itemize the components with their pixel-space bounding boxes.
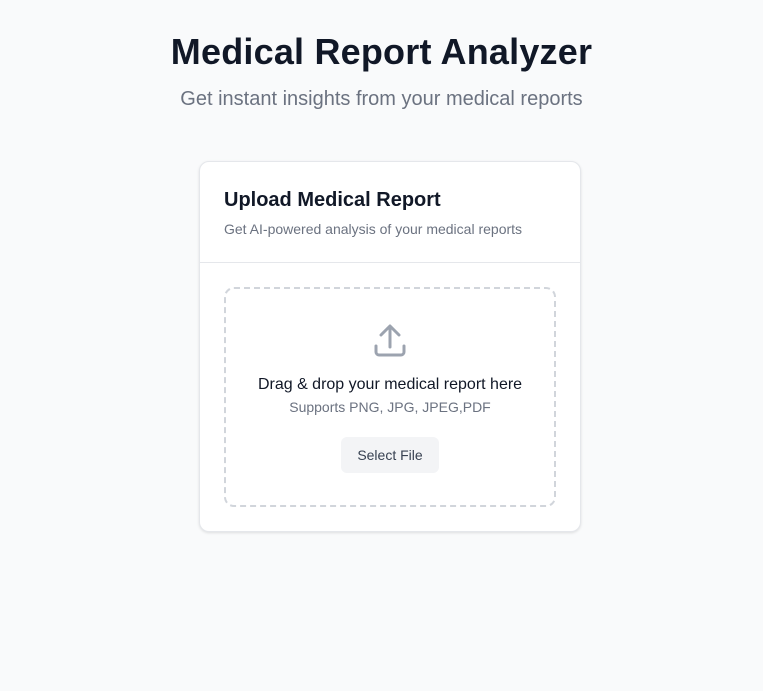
page-header: Medical Report Analyzer Get instant insi… (0, 0, 763, 111)
dropzone-instruction: Drag & drop your medical report here (257, 376, 523, 393)
file-dropzone[interactable]: Drag & drop your medical report here Sup… (224, 287, 556, 507)
page: Medical Report Analyzer Get instant insi… (0, 0, 763, 691)
upload-card: Upload Medical Report Get AI-powered ana… (199, 161, 581, 532)
card-description: Get AI-powered analysis of your medical … (224, 221, 523, 237)
card-header: Upload Medical Report Get AI-powered ana… (200, 162, 580, 263)
upload-icon (374, 324, 406, 357)
supported-formats-text: Supports PNG, JPG, JPEG,PDF (289, 399, 491, 415)
page-subtitle: Get instant insights from your medical r… (180, 88, 583, 110)
select-file-button[interactable]: Select File (341, 437, 439, 473)
card-title: Upload Medical Report (224, 189, 441, 211)
page-title: Medical Report Analyzer (170, 31, 593, 72)
